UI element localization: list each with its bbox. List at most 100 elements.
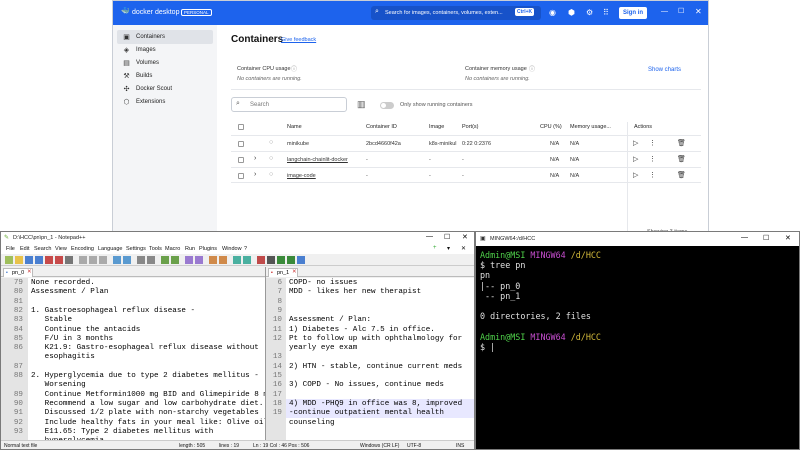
- indent-guide-icon[interactable]: [233, 256, 241, 264]
- container-ports[interactable]: 0:22 0:2376: [462, 141, 491, 147]
- grid-icon[interactable]: ⠿: [603, 8, 609, 17]
- chevron-right-icon[interactable]: ›: [254, 171, 256, 178]
- row-checkbox[interactable]: [238, 157, 244, 163]
- columns-icon[interactable]: ▥: [357, 99, 366, 110]
- doc-map-icon[interactable]: [243, 256, 251, 264]
- row-checkbox[interactable]: [238, 173, 244, 179]
- close-icon[interactable]: ✕: [785, 234, 791, 242]
- tab-pn-1[interactable]: ▪ pn_1 ✕: [268, 268, 298, 277]
- save-icon[interactable]: [25, 256, 33, 264]
- menu-edit[interactable]: Edit: [20, 246, 29, 252]
- sidebar-item-docker-scout[interactable]: ✣ Docker Scout: [117, 82, 213, 96]
- column-header[interactable]: Name: [287, 124, 302, 130]
- column-header[interactable]: Container ID: [366, 124, 397, 130]
- open-file-icon[interactable]: [15, 256, 23, 264]
- redo-icon[interactable]: [123, 256, 131, 264]
- terminal-output[interactable]: Admin@MSI MINGW64/d/HCC $ tree pn pn |-- pn_…: [476, 246, 799, 449]
- sidebar-item-images[interactable]: ◈ Images: [117, 43, 213, 57]
- find-icon[interactable]: [137, 256, 145, 264]
- stop-macro-icon[interactable]: [267, 256, 275, 264]
- trash-icon[interactable]: 🗑: [677, 155, 686, 163]
- copy-icon[interactable]: [89, 256, 97, 264]
- play-icon[interactable]: ▷: [633, 155, 638, 163]
- wrap-icon[interactable]: [209, 256, 217, 264]
- undo-icon[interactable]: [113, 256, 121, 264]
- column-header[interactable]: Memory usage...: [570, 124, 611, 130]
- column-header[interactable]: Port(s): [462, 124, 479, 130]
- sync-h-icon[interactable]: [195, 256, 203, 264]
- select-all-checkbox[interactable]: [238, 124, 244, 130]
- record-macro-icon[interactable]: [257, 256, 265, 264]
- zoom-in-icon[interactable]: [161, 256, 169, 264]
- show-all-icon[interactable]: [219, 256, 227, 264]
- play-icon[interactable]: ▷: [633, 139, 638, 147]
- maximize-icon[interactable]: ☐: [763, 234, 769, 242]
- close-all-icon[interactable]: [55, 256, 63, 264]
- learn-icon[interactable]: ◉: [549, 8, 556, 17]
- chevron-right-icon[interactable]: ›: [254, 155, 256, 162]
- sign-in-button[interactable]: Sign in: [619, 7, 647, 19]
- feedback-link[interactable]: Give feedback: [281, 37, 316, 43]
- maximize-icon[interactable]: ☐: [444, 233, 450, 241]
- column-header[interactable]: Image: [429, 124, 444, 130]
- container-name[interactable]: langchain-chainlit-docker: [287, 157, 348, 163]
- trash-icon[interactable]: 🗑: [677, 139, 686, 147]
- close-tab-icon[interactable]: ✕: [27, 269, 32, 275]
- left-editor[interactable]: 79 None recorded. 80 Assessment / Plan 81 82 1…: [1, 278, 265, 440]
- play-macro-icon[interactable]: [277, 256, 285, 264]
- menu-encoding[interactable]: Encoding: [71, 246, 94, 252]
- save-all-icon[interactable]: [35, 256, 43, 264]
- menu-search[interactable]: Search: [34, 246, 51, 252]
- minimize-icon[interactable]: —: [426, 233, 433, 240]
- show-charts-link[interactable]: Show charts: [648, 67, 681, 73]
- sidebar-item-builds[interactable]: ⚒ Builds: [117, 69, 213, 83]
- add-icon[interactable]: +: [433, 245, 437, 251]
- container-image[interactable]: k8s-minikul: [429, 141, 457, 147]
- sidebar-item-volumes[interactable]: ▤ Volumes: [117, 56, 213, 70]
- close-tab-icon[interactable]: ✕: [292, 269, 297, 275]
- close-doc-icon[interactable]: ✕: [461, 245, 466, 252]
- menu-help[interactable]: ?: [244, 246, 247, 252]
- play-icon[interactable]: ▷: [633, 171, 638, 179]
- settings-icon[interactable]: ⚙: [586, 8, 593, 17]
- menu-file[interactable]: File: [6, 246, 15, 252]
- menu-run[interactable]: Run: [185, 246, 195, 252]
- sidebar-item-extensions[interactable]: ⬡ Extensions: [117, 95, 213, 109]
- table-row[interactable]: › ○ image-code - - - N/A N/A ▷ ⋮ 🗑: [231, 167, 701, 183]
- close-icon[interactable]: ✕: [462, 233, 468, 241]
- menu-window[interactable]: Window: [222, 246, 242, 252]
- more-icon[interactable]: ⋮: [649, 155, 656, 163]
- extensions-icon[interactable]: ⬢: [568, 8, 575, 17]
- close-file-icon[interactable]: [45, 256, 53, 264]
- sidebar-item-containers[interactable]: ▣ Containers: [117, 30, 213, 44]
- container-name[interactable]: minikube: [287, 141, 309, 147]
- sync-scroll-icon[interactable]: [185, 256, 193, 264]
- menu-language[interactable]: Language: [98, 246, 122, 252]
- row-checkbox[interactable]: [238, 141, 244, 147]
- save-macro-icon[interactable]: [297, 256, 305, 264]
- more-icon[interactable]: ⋮: [649, 139, 656, 147]
- menu-settings[interactable]: Settings: [126, 246, 146, 252]
- split-divider[interactable]: [265, 267, 266, 440]
- column-header[interactable]: CPU (%): [540, 124, 562, 130]
- paste-icon[interactable]: [99, 256, 107, 264]
- tab-pn-0[interactable]: ▪ pn_0 ✕: [3, 268, 33, 277]
- table-row[interactable]: ○ minikube 2bcd4660f42a k8s-minikul 0:22…: [231, 135, 701, 151]
- run-macro-icon[interactable]: [287, 256, 295, 264]
- menu-macro[interactable]: Macro: [165, 246, 180, 252]
- container-name[interactable]: image-code: [287, 173, 316, 179]
- print-icon[interactable]: [65, 256, 73, 264]
- table-row[interactable]: › ○ langchain-chainlit-docker - - - N/A …: [231, 151, 701, 167]
- minimize-icon[interactable]: —: [741, 234, 748, 241]
- trash-icon[interactable]: 🗑: [677, 171, 686, 179]
- container-search-input[interactable]: ⌕ Search: [231, 97, 347, 112]
- replace-icon[interactable]: [147, 256, 155, 264]
- new-file-icon[interactable]: [5, 256, 13, 264]
- close-icon[interactable]: ✕: [695, 7, 702, 16]
- running-toggle[interactable]: [380, 102, 394, 109]
- dropdown-icon[interactable]: ▾: [447, 245, 450, 252]
- maximize-icon[interactable]: ☐: [678, 7, 684, 15]
- menu-plugins[interactable]: Plugins: [199, 246, 217, 252]
- menu-view[interactable]: View: [55, 246, 67, 252]
- menu-tools[interactable]: Tools: [149, 246, 162, 252]
